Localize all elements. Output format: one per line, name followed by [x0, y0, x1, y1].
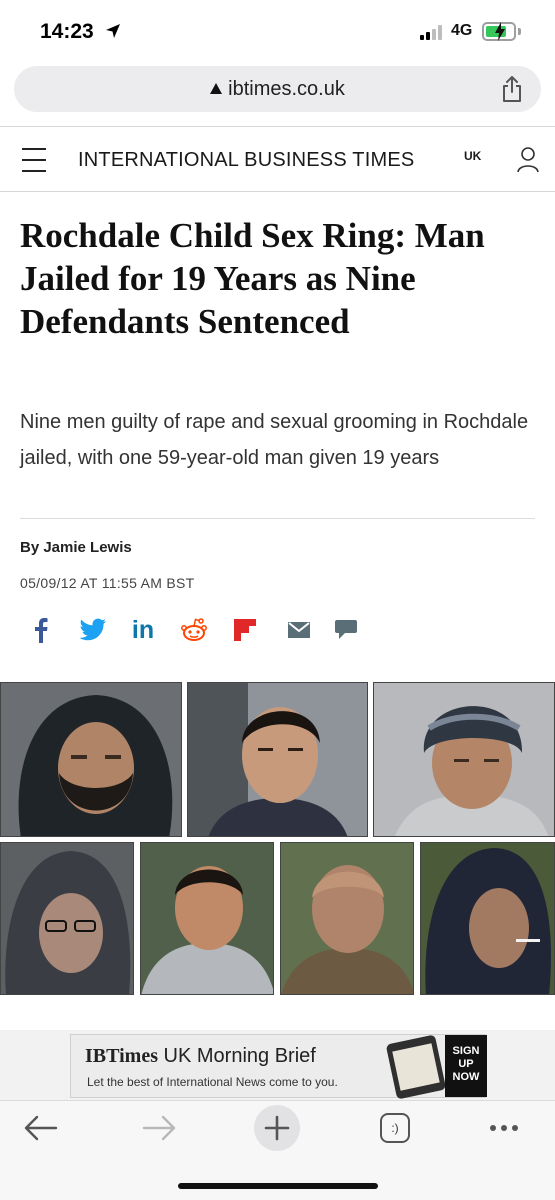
site-brand[interactable]: INTERNATIONAL BUSINESS TIMES	[78, 149, 414, 172]
defendant-photo-2	[187, 682, 368, 837]
home-indicator	[178, 1183, 378, 1189]
divider	[20, 518, 535, 519]
defendant-photo-1	[0, 682, 182, 837]
email-icon[interactable]	[286, 614, 312, 646]
more-icon[interactable]	[488, 1123, 520, 1133]
twitter-icon[interactable]	[78, 614, 108, 646]
edition-label[interactable]: UK	[464, 149, 481, 163]
network-type: 4G	[451, 22, 473, 39]
back-arrow-icon[interactable]	[24, 1115, 58, 1141]
defendant-photo-3	[373, 682, 555, 837]
defendant-photo-6	[280, 842, 414, 995]
battery-tip	[518, 28, 521, 35]
status-bar: 14:23 4G	[0, 0, 555, 58]
share-bar: in	[30, 614, 370, 646]
menu-icon[interactable]	[22, 145, 46, 175]
tabs-icon[interactable]: :)	[380, 1113, 410, 1143]
forward-arrow-icon[interactable]	[142, 1115, 176, 1141]
ad-subtitle: Let the best of International News come …	[87, 1075, 338, 1089]
new-tab-plus-icon[interactable]	[254, 1105, 300, 1151]
linkedin-icon[interactable]: in	[128, 614, 158, 646]
address-bar[interactable]: ibtimes.co.uk	[14, 66, 541, 112]
url-display[interactable]: ibtimes.co.uk	[14, 78, 541, 101]
charging-bolt-icon	[495, 22, 505, 41]
defendant-photo-4	[0, 842, 134, 995]
newsletter-ad[interactable]: IBTimes UK Morning Brief Let the best of…	[70, 1034, 487, 1100]
article-author[interactable]: By Jamie Lewis	[20, 539, 132, 556]
signal-bars-icon	[420, 24, 448, 40]
reddit-icon[interactable]	[180, 614, 208, 646]
defendant-photo-7	[420, 842, 555, 995]
url-text: ibtimes.co.uk	[228, 78, 345, 100]
article-standfirst: Nine men guilty of rape and sexual groom…	[20, 411, 529, 469]
facebook-icon[interactable]	[30, 614, 52, 646]
article-headline: Rochdale Child Sex Ring: Man Jailed for …	[20, 216, 485, 341]
phone-illustration	[385, 1034, 447, 1100]
location-arrow-icon	[106, 24, 120, 38]
ad-title: IBTimes UK Morning Brief	[85, 1045, 316, 1067]
article-date: 05/09/12 AT 11:55 AM BST	[20, 575, 195, 591]
flipboard-icon[interactable]	[232, 614, 258, 646]
share-icon[interactable]	[501, 75, 523, 103]
lock-icon	[210, 83, 223, 94]
sign-up-button[interactable]: SIGN UP NOW	[445, 1035, 487, 1097]
defendant-photo-5	[140, 842, 274, 995]
comment-icon[interactable]	[332, 614, 360, 646]
user-account-icon[interactable]	[516, 145, 540, 173]
status-time: 14:23	[40, 20, 94, 43]
site-header: INTERNATIONAL BUSINESS TIMES UK	[0, 126, 555, 192]
